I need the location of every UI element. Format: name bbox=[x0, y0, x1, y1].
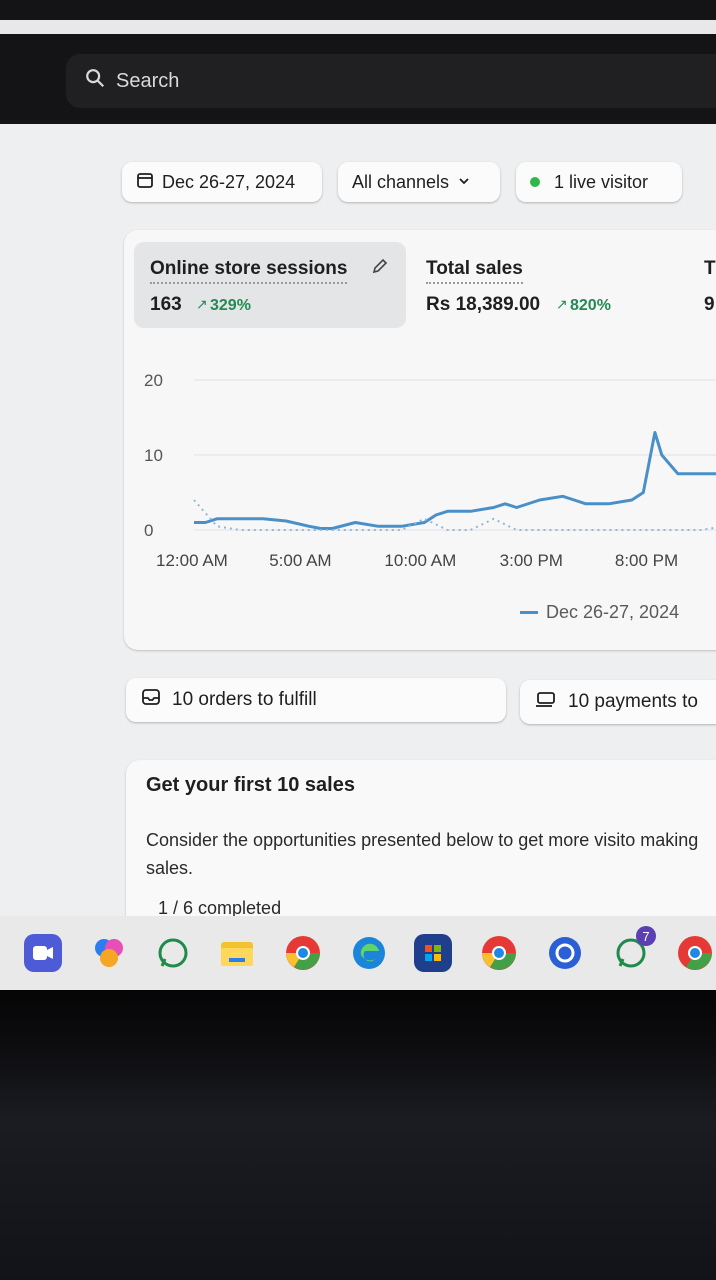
notification-badge: 7 bbox=[636, 926, 656, 946]
legend-label: Dec 26-27, 2024 bbox=[546, 602, 680, 622]
metric-sessions-label: Online store sessions bbox=[150, 258, 348, 284]
search-icon bbox=[84, 67, 106, 95]
date-range-button[interactable]: Dec 26-27, 2024 bbox=[122, 162, 322, 202]
chevron-down-icon bbox=[457, 172, 471, 193]
date-range-label: Dec 26-27, 2024 bbox=[162, 171, 296, 192]
first-sales-progress: 1 / 6 completed bbox=[158, 898, 282, 916]
metric-partial-label: T bbox=[704, 258, 716, 279]
first-sales-description: Consider the opportunities presented bel… bbox=[146, 830, 699, 878]
metric-sales-label: Total sales bbox=[426, 258, 523, 284]
microsoft-store-icon[interactable] bbox=[414, 934, 452, 972]
remote-desktop-icon[interactable] bbox=[546, 934, 584, 972]
file-explorer-icon[interactable] bbox=[218, 934, 256, 972]
trend-up-icon: ↗ bbox=[556, 296, 568, 312]
metric-sessions-value: 163 bbox=[150, 294, 182, 315]
legend-line-icon bbox=[520, 611, 538, 614]
chart-legend: Dec 26-27, 2024 bbox=[520, 602, 679, 623]
metric-sales-value: Rs 18,389.00 bbox=[426, 294, 541, 315]
x-tick-label: 10:00 AM bbox=[384, 551, 456, 570]
channels-label: All channels bbox=[352, 171, 450, 192]
reflection-area bbox=[0, 990, 716, 1280]
chrome-alt-icon[interactable] bbox=[676, 934, 714, 972]
x-tick-label: 3:00 PM bbox=[500, 551, 563, 570]
channels-dropdown[interactable]: All channels bbox=[338, 162, 500, 202]
calendar-icon bbox=[136, 171, 154, 194]
first-sales-title: Get your first 10 sales bbox=[146, 774, 355, 796]
live-visitors-label: 1 live visitor bbox=[554, 171, 649, 192]
orders-to-fulfill-button[interactable]: 10 orders to fulfill bbox=[126, 678, 506, 722]
live-visitors-button[interactable]: 1 live visitor bbox=[516, 162, 682, 202]
cash-icon bbox=[534, 688, 558, 716]
top-bar: Search bbox=[0, 0, 716, 124]
metric-partial-value: 9 bbox=[704, 294, 715, 315]
x-tick-label: 5:00 AM bbox=[269, 551, 331, 570]
sessions-line-chart: 20 10 012:00 AM 5:00 AM 10:00 AM 3:00 PM 8:00 … bbox=[144, 371, 716, 570]
y-tick-label: 10 bbox=[144, 446, 163, 465]
chrome-profile-icon[interactable] bbox=[480, 934, 518, 972]
first-sales-card: Get your first 10 sales Consider the opp… bbox=[126, 760, 716, 916]
payments-label: 10 payments to bbox=[568, 691, 698, 712]
edge-icon[interactable] bbox=[350, 934, 388, 972]
comparison-series-line bbox=[193, 499, 716, 531]
whatsapp-badge-icon[interactable]: 7 bbox=[612, 926, 656, 972]
inbox-icon bbox=[140, 686, 162, 714]
payments-button[interactable]: 10 payments to bbox=[520, 680, 716, 724]
metrics-card: Online store sessions 163 ↗ 329% Total s… bbox=[124, 230, 716, 650]
teams-icon[interactable] bbox=[24, 934, 62, 972]
x-tick-label: 12:00 AM bbox=[156, 551, 228, 570]
search-bar[interactable]: Search bbox=[66, 54, 716, 108]
edit-pencil-icon[interactable] bbox=[370, 256, 390, 281]
metric-sessions-change: 329% bbox=[210, 297, 251, 314]
trend-up-icon: ↗ bbox=[196, 296, 208, 312]
y-tick-label: 20 bbox=[144, 371, 163, 390]
window-top-strip bbox=[0, 20, 716, 34]
x-tick-label: 8:00 PM bbox=[615, 551, 678, 570]
orders-label: 10 orders to fulfill bbox=[172, 689, 317, 710]
taskbar: 7 bbox=[0, 916, 716, 990]
dashboard-page: Dec 26-27, 2024 All channels 1 live visi… bbox=[0, 124, 716, 916]
search-label: Search bbox=[116, 69, 180, 92]
whatsapp-icon[interactable] bbox=[154, 934, 192, 972]
metric-sales-change: 820% bbox=[570, 297, 611, 314]
copilot-icon[interactable] bbox=[90, 934, 128, 972]
y-tick-label: 0 bbox=[144, 521, 153, 540]
sessions-series-line bbox=[194, 431, 716, 530]
live-dot-icon bbox=[530, 177, 540, 187]
chrome-icon[interactable] bbox=[284, 934, 322, 972]
